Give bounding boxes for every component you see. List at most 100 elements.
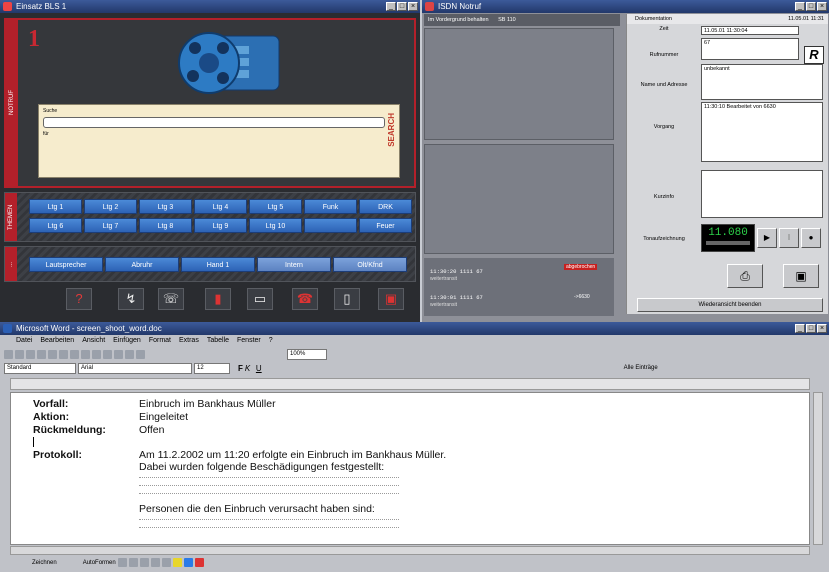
- autoformen-menu[interactable]: AutoFormen: [83, 560, 116, 566]
- redo-icon[interactable]: [114, 350, 123, 359]
- abruhr-button[interactable]: Abruhr: [105, 257, 179, 272]
- minimize-icon[interactable]: _: [795, 2, 805, 11]
- print-icon[interactable]: ⎙: [727, 264, 763, 288]
- record-icon[interactable]: ●: [801, 228, 821, 248]
- spell-icon[interactable]: [59, 350, 68, 359]
- recording-slider[interactable]: [706, 241, 750, 245]
- table-icon[interactable]: [125, 350, 134, 359]
- help-icon[interactable]: ?: [66, 288, 92, 310]
- print-icon[interactable]: [37, 350, 46, 359]
- underline-icon[interactable]: U: [256, 364, 262, 373]
- line-button[interactable]: Ltg 9: [194, 218, 247, 233]
- field-rufnummer[interactable]: 67: [701, 38, 799, 60]
- search-label: Suche: [43, 108, 58, 114]
- line-button[interactable]: Feuer: [359, 218, 412, 233]
- menu-datei[interactable]: Datei: [16, 335, 32, 347]
- fill-color-icon[interactable]: [172, 558, 182, 567]
- line-button[interactable]: DRK: [359, 199, 412, 214]
- line-button[interactable]: Funk: [304, 199, 357, 214]
- ellipse-icon[interactable]: [150, 558, 160, 567]
- hangup-icon[interactable]: ☎: [292, 288, 318, 310]
- line-button[interactable]: Ltg 4: [194, 199, 247, 214]
- vertical-scrollbar[interactable]: [813, 392, 823, 545]
- cut-icon[interactable]: [70, 350, 79, 359]
- close-icon[interactable]: ×: [817, 2, 827, 11]
- doc-tab[interactable]: Dokumentation: [635, 16, 672, 22]
- pause-icon[interactable]: ‖: [779, 228, 799, 248]
- olt-button[interactable]: Olt/Kfnd: [333, 257, 407, 272]
- zoom-select[interactable]: 100%: [287, 349, 327, 360]
- menu-format[interactable]: Format: [149, 335, 171, 347]
- document-page[interactable]: Vorfall: Einbruch im Bankhaus Müller Akt…: [10, 392, 810, 545]
- rectangle-icon[interactable]: [139, 558, 149, 567]
- field-vorgang[interactable]: 11:30:10 Bearbeitet von 6630: [701, 102, 823, 162]
- line-button[interactable]: Ltg 10: [249, 218, 302, 233]
- font-color-icon[interactable]: [194, 558, 204, 567]
- new-icon[interactable]: [4, 350, 13, 359]
- line-icon[interactable]: [117, 558, 127, 567]
- save-icon[interactable]: ▣: [783, 264, 819, 288]
- menu-einfuegen[interactable]: Einfügen: [113, 335, 141, 347]
- horizontal-scrollbar[interactable]: [10, 546, 810, 555]
- close-icon[interactable]: ×: [817, 324, 827, 333]
- hand-button[interactable]: Hand 1: [181, 257, 255, 272]
- menu-ansicht[interactable]: Ansicht: [82, 335, 105, 347]
- line-color-icon[interactable]: [183, 558, 193, 567]
- transfer-icon[interactable]: ↯: [118, 288, 144, 310]
- line-button[interactable]: Ltg 2: [84, 199, 137, 214]
- textbox-icon[interactable]: [161, 558, 171, 567]
- save-icon[interactable]: [26, 350, 35, 359]
- side-tab-other[interactable]: ...: [5, 247, 17, 281]
- minimize-icon[interactable]: _: [386, 2, 396, 11]
- draw-menu[interactable]: Zeichnen: [32, 560, 57, 566]
- preview-icon[interactable]: [48, 350, 57, 359]
- open-icon[interactable]: [15, 350, 24, 359]
- field-kurzinfo[interactable]: [701, 170, 823, 218]
- search-input[interactable]: [43, 117, 385, 128]
- undo-icon[interactable]: [103, 350, 112, 359]
- field-name[interactable]: unbekannt: [701, 64, 823, 100]
- bold-icon[interactable]: F: [238, 364, 243, 373]
- end-view-button[interactable]: Wiederansicht beenden: [637, 298, 823, 312]
- menu-help[interactable]: ?: [269, 335, 273, 347]
- line-button[interactable]: Ltg 7: [84, 218, 137, 233]
- ruler[interactable]: [10, 378, 810, 390]
- phone-icon[interactable]: ☏: [158, 288, 184, 310]
- maximize-icon[interactable]: □: [806, 324, 816, 333]
- keep-foreground-option[interactable]: Im Vordergrund behalten SB 110: [424, 14, 620, 26]
- speaker-button[interactable]: Lautsprecher: [29, 257, 103, 272]
- font-select[interactable]: Arial: [78, 363, 192, 374]
- maximize-icon[interactable]: □: [397, 2, 407, 11]
- intern-button[interactable]: Intern: [257, 257, 331, 272]
- minimize-icon[interactable]: _: [795, 324, 805, 333]
- side-tab-notruf[interactable]: NOTRUF: [6, 20, 18, 186]
- document-icon[interactable]: ▯: [334, 288, 360, 310]
- line-button[interactable]: [304, 218, 357, 233]
- field-zeit[interactable]: 11.05.01 11:30:04: [701, 26, 799, 35]
- close-icon[interactable]: ×: [408, 2, 418, 11]
- line-button[interactable]: Ltg 5: [249, 199, 302, 214]
- paste-icon[interactable]: [92, 350, 101, 359]
- line-button[interactable]: Ltg 6: [29, 218, 82, 233]
- menu-extras[interactable]: Extras: [179, 335, 199, 347]
- size-select[interactable]: 12: [194, 363, 230, 374]
- columns-icon[interactable]: [136, 350, 145, 359]
- side-tab-themen[interactable]: THEMEN: [5, 193, 17, 241]
- show-all-select[interactable]: Alle Einträge: [624, 364, 694, 373]
- dial-control[interactable]: [171, 28, 281, 98]
- line-button[interactable]: Ltg 1: [29, 199, 82, 214]
- line-button[interactable]: Ltg 3: [139, 199, 192, 214]
- menu-bearbeiten[interactable]: Bearbeiten: [40, 335, 74, 347]
- arrow-icon[interactable]: [128, 558, 138, 567]
- style-select[interactable]: Standard: [4, 363, 76, 374]
- maximize-icon[interactable]: □: [806, 2, 816, 11]
- italic-icon[interactable]: K: [245, 364, 254, 373]
- copy-icon[interactable]: [81, 350, 90, 359]
- exit-icon[interactable]: ▣: [378, 288, 404, 310]
- menu-tabelle[interactable]: Tabelle: [207, 335, 229, 347]
- book-icon[interactable]: ▮: [205, 288, 231, 310]
- play-icon[interactable]: ▶: [757, 228, 777, 248]
- line-button[interactable]: Ltg 8: [139, 218, 192, 233]
- menu-fenster[interactable]: Fenster: [237, 335, 261, 347]
- keypad-icon[interactable]: ▭: [247, 288, 273, 310]
